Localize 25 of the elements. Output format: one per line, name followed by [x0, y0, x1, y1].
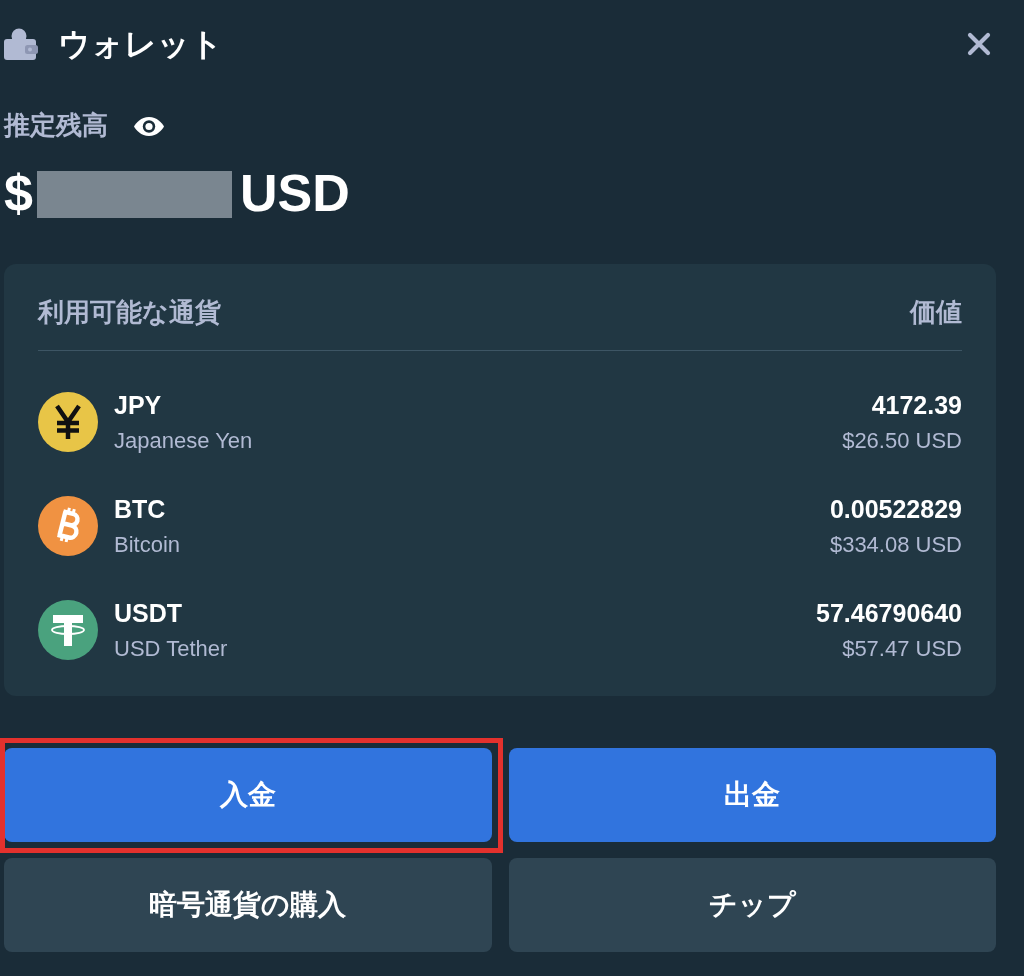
balance-currency: USD: [239, 165, 350, 223]
currency-amount: 57.46790640: [816, 598, 962, 628]
currency-name: Japanese Yen: [114, 427, 253, 453]
currency-code: BTC: [114, 494, 167, 524]
currency-value: $26.50 USD: [842, 427, 962, 453]
action-button[interactable]: 入金: [4, 748, 492, 842]
currency-code: JPY: [114, 390, 163, 420]
column-header: 利用可能な通貨: [38, 297, 221, 329]
action-button[interactable]: 暗号通貨の購入: [4, 858, 492, 952]
currency-symbol: $: [4, 165, 33, 223]
currency-amount: 0.00522829: [829, 494, 962, 524]
currency-value: $334.08 USD: [829, 531, 962, 557]
balance-label: 推定残高: [4, 110, 108, 142]
currency-value: $57.47 USD: [842, 635, 962, 661]
currency-name: Bitcoin: [114, 531, 181, 557]
currency-amount: 4172.39: [871, 390, 962, 420]
action-button[interactable]: 出金: [508, 748, 996, 842]
currency-name: USD Tether: [114, 635, 228, 661]
wallet-icon: [4, 28, 38, 60]
currency-code: USDT: [114, 598, 184, 628]
column-header: 価値: [910, 297, 962, 329]
eye-icon[interactable]: [134, 116, 164, 136]
window-title: ウォレット: [58, 24, 223, 64]
action-button[interactable]: チップ: [508, 858, 996, 952]
close-icon[interactable]: [967, 32, 991, 56]
